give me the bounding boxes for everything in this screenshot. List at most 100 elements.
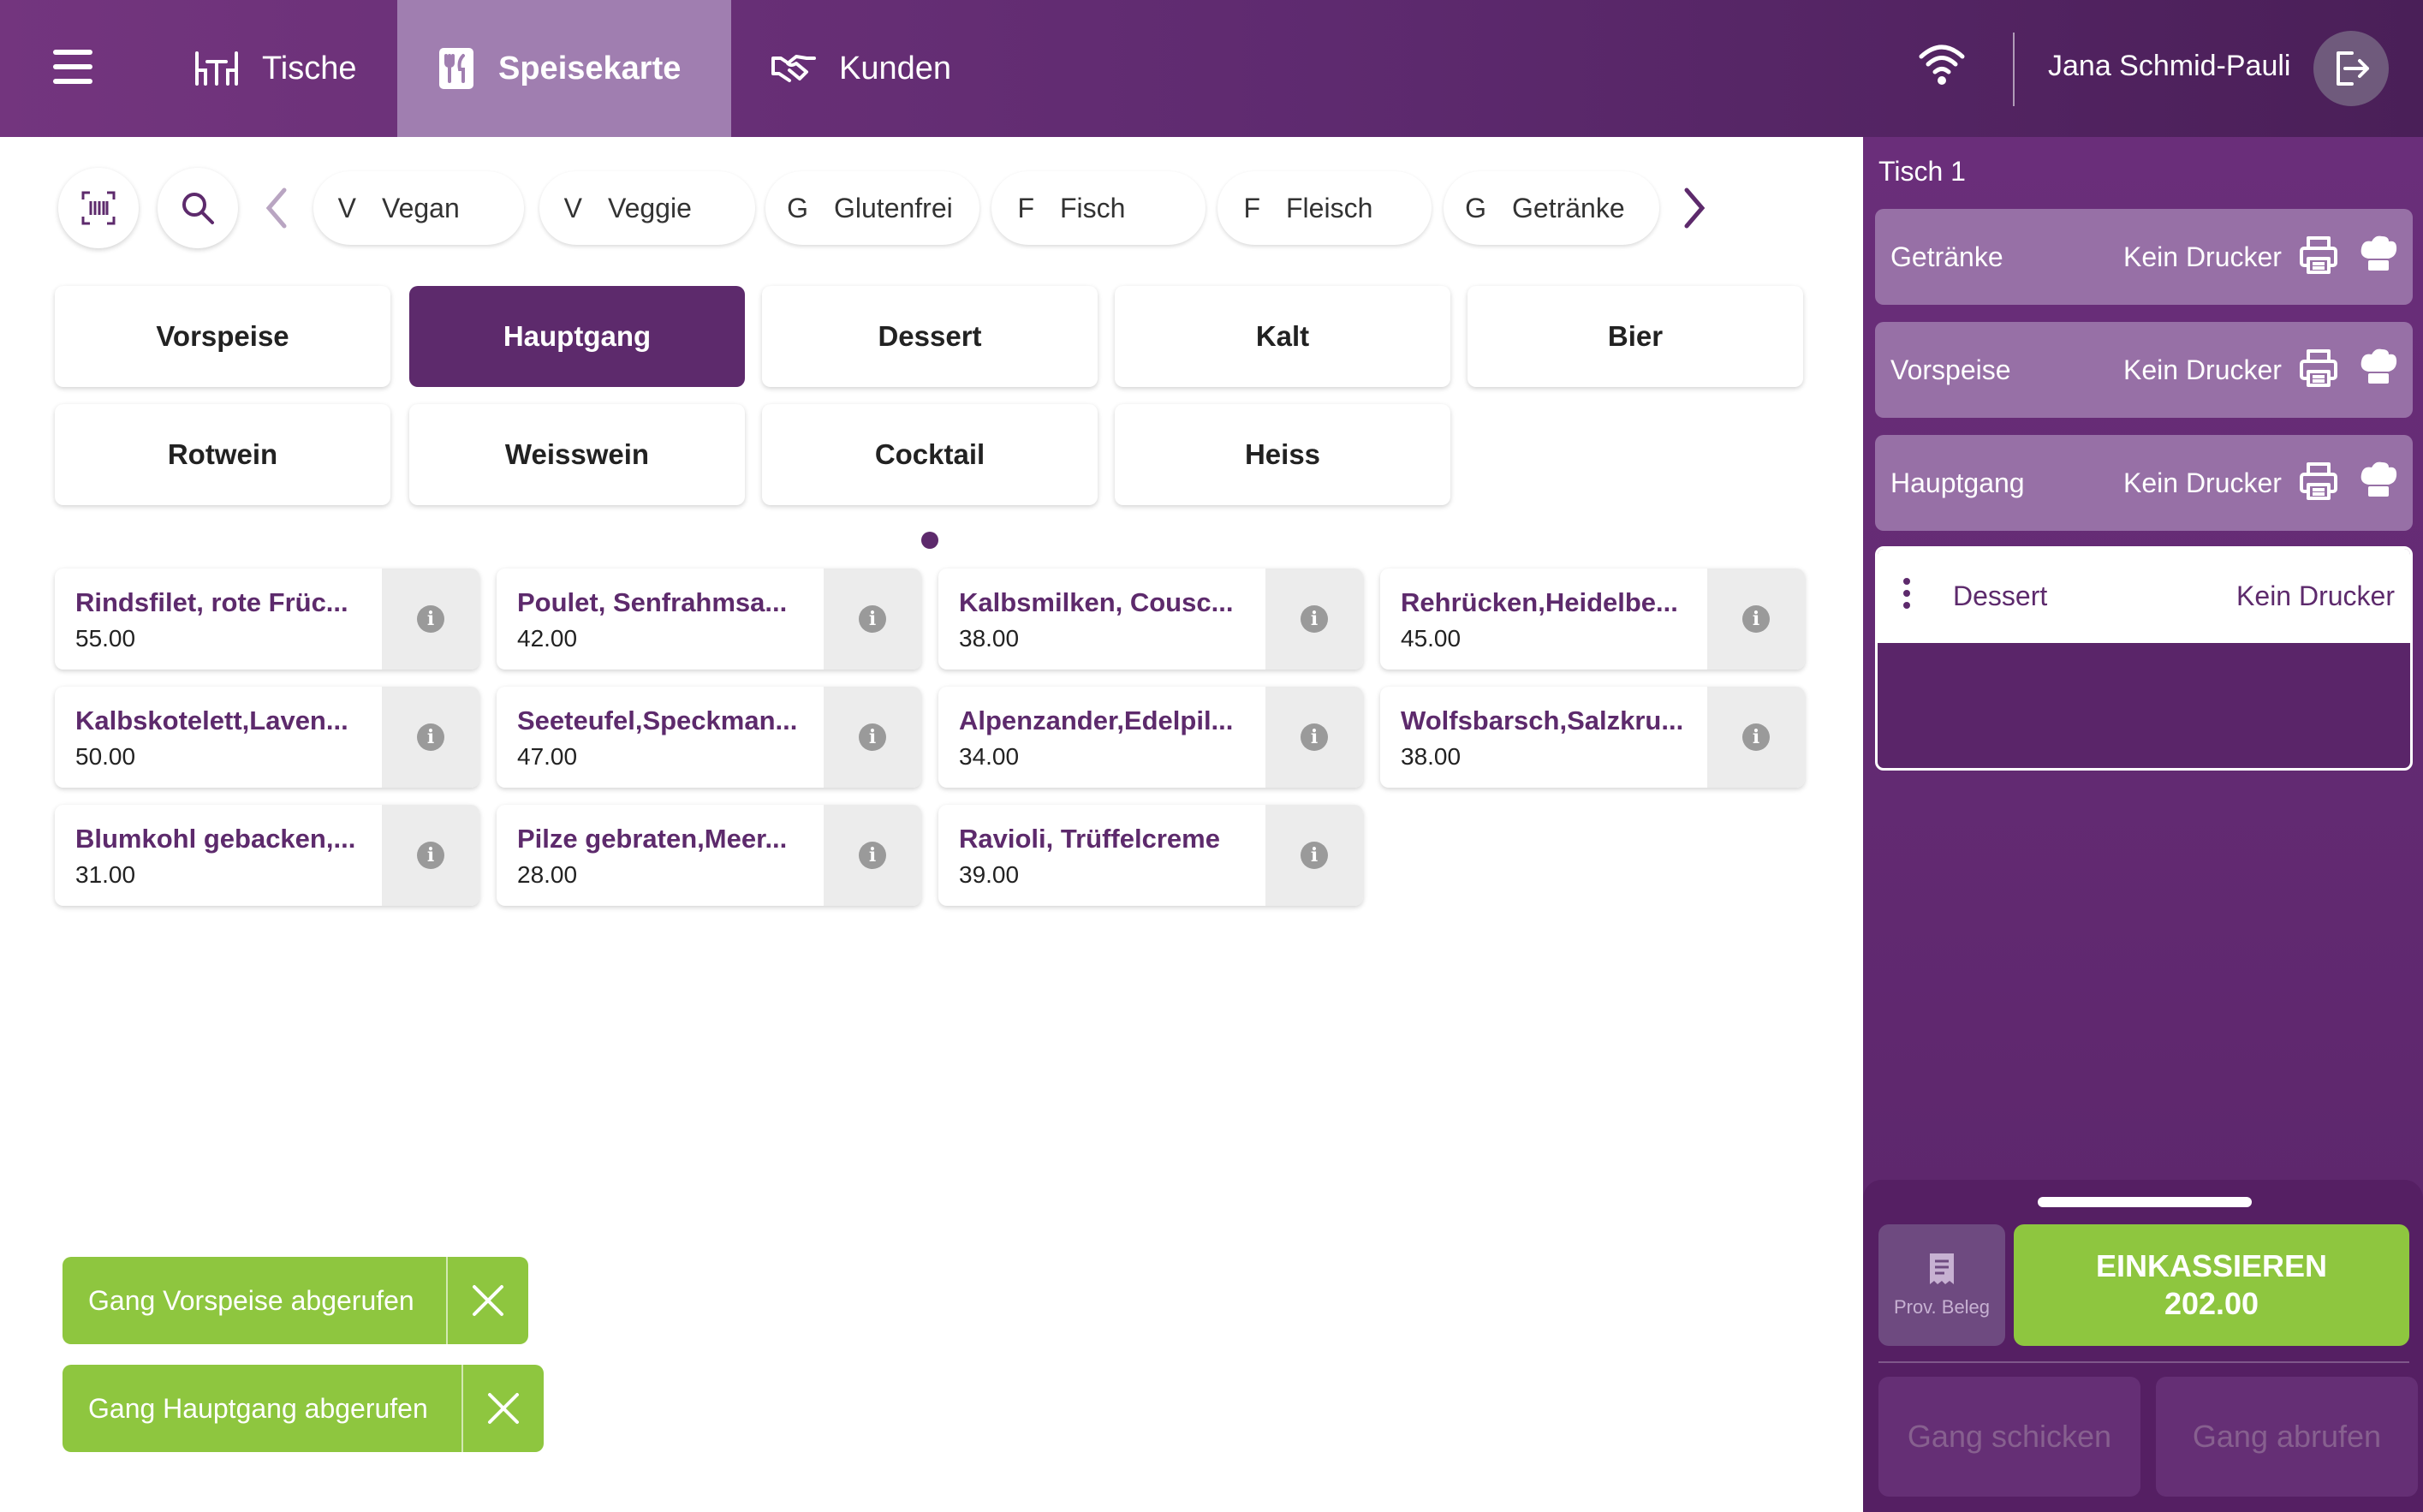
dish-card[interactable]: Kalbskotelett,Laven... 50.00 i <box>55 687 479 788</box>
dish-card[interactable]: Seeteufel,Speckman... 47.00 i <box>497 687 921 788</box>
category-kalt[interactable]: Kalt <box>1115 286 1450 387</box>
dish-info-button[interactable]: i <box>382 568 479 670</box>
course-card-dessert[interactable]: Dessert Kein Drucker <box>1875 546 2413 771</box>
dish-name: Rehrücken,Heidelbe... <box>1401 587 1678 617</box>
category-heiss[interactable]: Heiss <box>1115 404 1450 505</box>
category-cocktail[interactable]: Cocktail <box>762 404 1098 505</box>
chef-hat-icon[interactable] <box>2358 233 2399 283</box>
info-icon: i <box>417 723 444 751</box>
search-button[interactable] <box>158 168 238 248</box>
filter-chip-veggie[interactable]: V Veggie <box>539 171 755 245</box>
filter-chip-vegan[interactable]: V Vegan <box>313 171 524 245</box>
receipt-icon <box>1930 1253 1954 1284</box>
course-row-getraenke[interactable]: Getränke Kein Drucker <box>1875 209 2413 305</box>
category-bier[interactable]: Bier <box>1467 286 1803 387</box>
filter-label: Getränke <box>1512 192 1625 223</box>
toast-text: Gang Vorspeise abgerufen <box>88 1284 414 1316</box>
dish-card[interactable]: Alpenzander,Edelpil... 34.00 i <box>938 687 1363 788</box>
toast-close-button[interactable] <box>446 1257 528 1344</box>
dish-info-button[interactable]: i <box>1707 687 1805 788</box>
filter-chip-fisch[interactable]: F Fisch <box>991 171 1206 245</box>
menu-card-icon <box>437 45 476 92</box>
dish-name: Kalbskotelett,Laven... <box>75 705 348 735</box>
course-name: Vorspeise <box>1890 354 2011 385</box>
divider <box>2013 33 2015 106</box>
dish-info-button[interactable]: i <box>1707 568 1805 670</box>
prov-beleg-label: Prov. Beleg <box>1893 1296 1991 1318</box>
info-icon: i <box>859 605 886 633</box>
handshake-icon <box>771 51 817 86</box>
toast-text: Gang Hauptgang abgerufen <box>88 1392 428 1424</box>
pager-dot <box>921 532 938 549</box>
dish-card[interactable]: Blumkohl gebacken,... 31.00 i <box>55 805 479 906</box>
info-icon: i <box>1301 723 1328 751</box>
chef-hat-icon[interactable] <box>2358 346 2399 396</box>
printer-icon[interactable] <box>2298 235 2339 283</box>
filter-label: Glutenfrei <box>834 192 953 223</box>
category-rotwein[interactable]: Rotwein <box>55 404 390 505</box>
table-icon <box>193 50 240 87</box>
dish-info-button[interactable]: i <box>824 805 921 906</box>
category-dessert[interactable]: Dessert <box>762 286 1098 387</box>
filter-chip-glutenfrei[interactable]: G Glutenfrei <box>765 171 979 245</box>
filter-label: Veggie <box>608 192 692 223</box>
dish-name: Alpenzander,Edelpil... <box>959 705 1234 735</box>
toast-notification: Gang Vorspeise abgerufen <box>63 1257 528 1344</box>
chef-hat-icon[interactable] <box>2358 459 2399 509</box>
checkout-area: Prov. Beleg EINKASSIEREN 202.00 Gang sch… <box>1863 1180 2423 1512</box>
call-course-button[interactable]: Gang abrufen <box>2156 1377 2418 1497</box>
filter-chip-getraenke[interactable]: G Getränke <box>1444 171 1659 245</box>
drag-handle[interactable] <box>2038 1197 2252 1207</box>
more-options-icon[interactable] <box>1903 578 1912 614</box>
filter-label: Vegan <box>382 192 460 223</box>
dish-name: Blumkohl gebacken,... <box>75 824 356 854</box>
chevron-right-icon <box>1684 188 1706 229</box>
dish-price: 47.00 <box>517 743 578 770</box>
printer-icon[interactable] <box>2298 348 2339 396</box>
dish-card[interactable]: Rindsfilet, rote Früc... 55.00 i <box>55 568 479 670</box>
dish-name: Ravioli, Trüffelcreme <box>959 824 1220 854</box>
dish-card[interactable]: Wolfsbarsch,Salzkru... 38.00 i <box>1380 687 1805 788</box>
dish-card[interactable]: Pilze gebraten,Meer... 28.00 i <box>497 805 921 906</box>
filter-scroll-right-button[interactable] <box>1673 178 1716 238</box>
dish-info-button[interactable]: i <box>1265 805 1363 906</box>
filter-scroll-left-button[interactable] <box>255 178 298 238</box>
dish-card[interactable]: Kalbsmilken, Cousc... 38.00 i <box>938 568 1363 670</box>
category-vorspeise[interactable]: Vorspeise <box>55 286 390 387</box>
tab-kunden[interactable]: Kunden <box>731 0 988 137</box>
dish-name: Kalbsmilken, Cousc... <box>959 587 1234 617</box>
dish-info-button[interactable]: i <box>824 568 921 670</box>
dish-price: 31.00 <box>75 861 136 888</box>
dish-info-button[interactable]: i <box>382 687 479 788</box>
dish-info-button[interactable]: i <box>382 805 479 906</box>
barcode-scan-button[interactable] <box>58 168 139 248</box>
dish-price: 45.00 <box>1401 625 1462 652</box>
dish-price: 42.00 <box>517 625 578 652</box>
printer-icon[interactable] <box>2298 461 2339 509</box>
tab-speisekarte[interactable]: Speisekarte <box>397 0 731 137</box>
chevron-left-icon <box>265 188 287 229</box>
info-icon: i <box>1301 842 1328 869</box>
send-course-button[interactable]: Gang schicken <box>1878 1377 2140 1497</box>
dish-info-button[interactable]: i <box>1265 568 1363 670</box>
category-hauptgang[interactable]: Hauptgang <box>409 286 745 387</box>
course-row-hauptgang[interactable]: Hauptgang Kein Drucker <box>1875 435 2413 531</box>
course-printer: Kein Drucker <box>2236 580 2395 611</box>
dish-card[interactable]: Ravioli, Trüffelcreme 39.00 i <box>938 805 1363 906</box>
dish-info-button[interactable]: i <box>824 687 921 788</box>
menu-icon[interactable] <box>53 50 92 84</box>
dish-card[interactable]: Rehrücken,Heidelbe... 45.00 i <box>1380 568 1805 670</box>
toast-close-button[interactable] <box>461 1365 544 1452</box>
course-row-vorspeise[interactable]: Vorspeise Kein Drucker <box>1875 322 2413 418</box>
course-printer: Kein Drucker <box>2123 354 2282 385</box>
prov-beleg-button[interactable]: Prov. Beleg <box>1878 1224 2005 1346</box>
category-weisswein[interactable]: Weisswein <box>409 404 745 505</box>
checkout-button[interactable]: EINKASSIEREN 202.00 <box>2014 1224 2409 1346</box>
tab-tische[interactable]: Tische <box>154 0 397 137</box>
logout-button[interactable] <box>2313 31 2389 106</box>
filter-label: Fleisch <box>1286 192 1373 223</box>
dish-card[interactable]: Poulet, Senfrahmsa... 42.00 i <box>497 568 921 670</box>
dish-info-button[interactable]: i <box>1265 687 1363 788</box>
dish-name: Poulet, Senfrahmsa... <box>517 587 788 617</box>
filter-chip-fleisch[interactable]: F Fleisch <box>1217 171 1432 245</box>
